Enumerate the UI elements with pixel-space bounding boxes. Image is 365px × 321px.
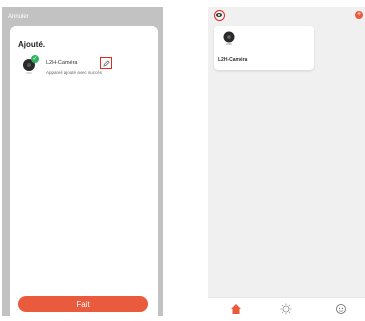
home-avatar[interactable] — [214, 10, 225, 21]
eye-icon — [216, 13, 222, 17]
camera-icon — [223, 31, 235, 45]
top-bar: Annuler — [2, 7, 163, 26]
scene-icon — [280, 303, 292, 315]
home-screen: + L2H-Caméra — [208, 7, 365, 321]
added-device-row: ✓ L2H-Caméra Appareil ajouté avec succès — [22, 54, 152, 78]
tab-scene[interactable] — [276, 302, 296, 320]
added-sheet: Ajouté. ✓ L2H-Caméra Appareil ajouté ave… — [10, 26, 158, 316]
edit-name-button[interactable] — [100, 57, 112, 69]
device-status: Appareil ajouté avec succès — [46, 70, 103, 75]
device-added-screen: Annuler Ajouté. ✓ L2H-Caméra Appareil aj… — [2, 7, 163, 316]
tab-home[interactable] — [226, 302, 246, 320]
device-card-label: L2H-Caméra — [218, 57, 248, 63]
tab-me[interactable] — [331, 302, 351, 320]
home-icon — [231, 304, 241, 314]
success-check-icon: ✓ — [31, 55, 39, 63]
added-title: Ajouté. — [18, 40, 46, 49]
device-card[interactable]: L2H-Caméra — [214, 26, 314, 70]
device-name: L2H-Caméra — [46, 60, 78, 66]
bottom-tab-bar — [208, 297, 365, 321]
add-device-button[interactable]: + — [355, 11, 363, 19]
done-button[interactable]: Fait — [18, 296, 148, 312]
pencil-icon — [102, 59, 110, 67]
profile-icon — [336, 304, 346, 314]
cancel-link[interactable]: Annuler — [8, 14, 29, 20]
